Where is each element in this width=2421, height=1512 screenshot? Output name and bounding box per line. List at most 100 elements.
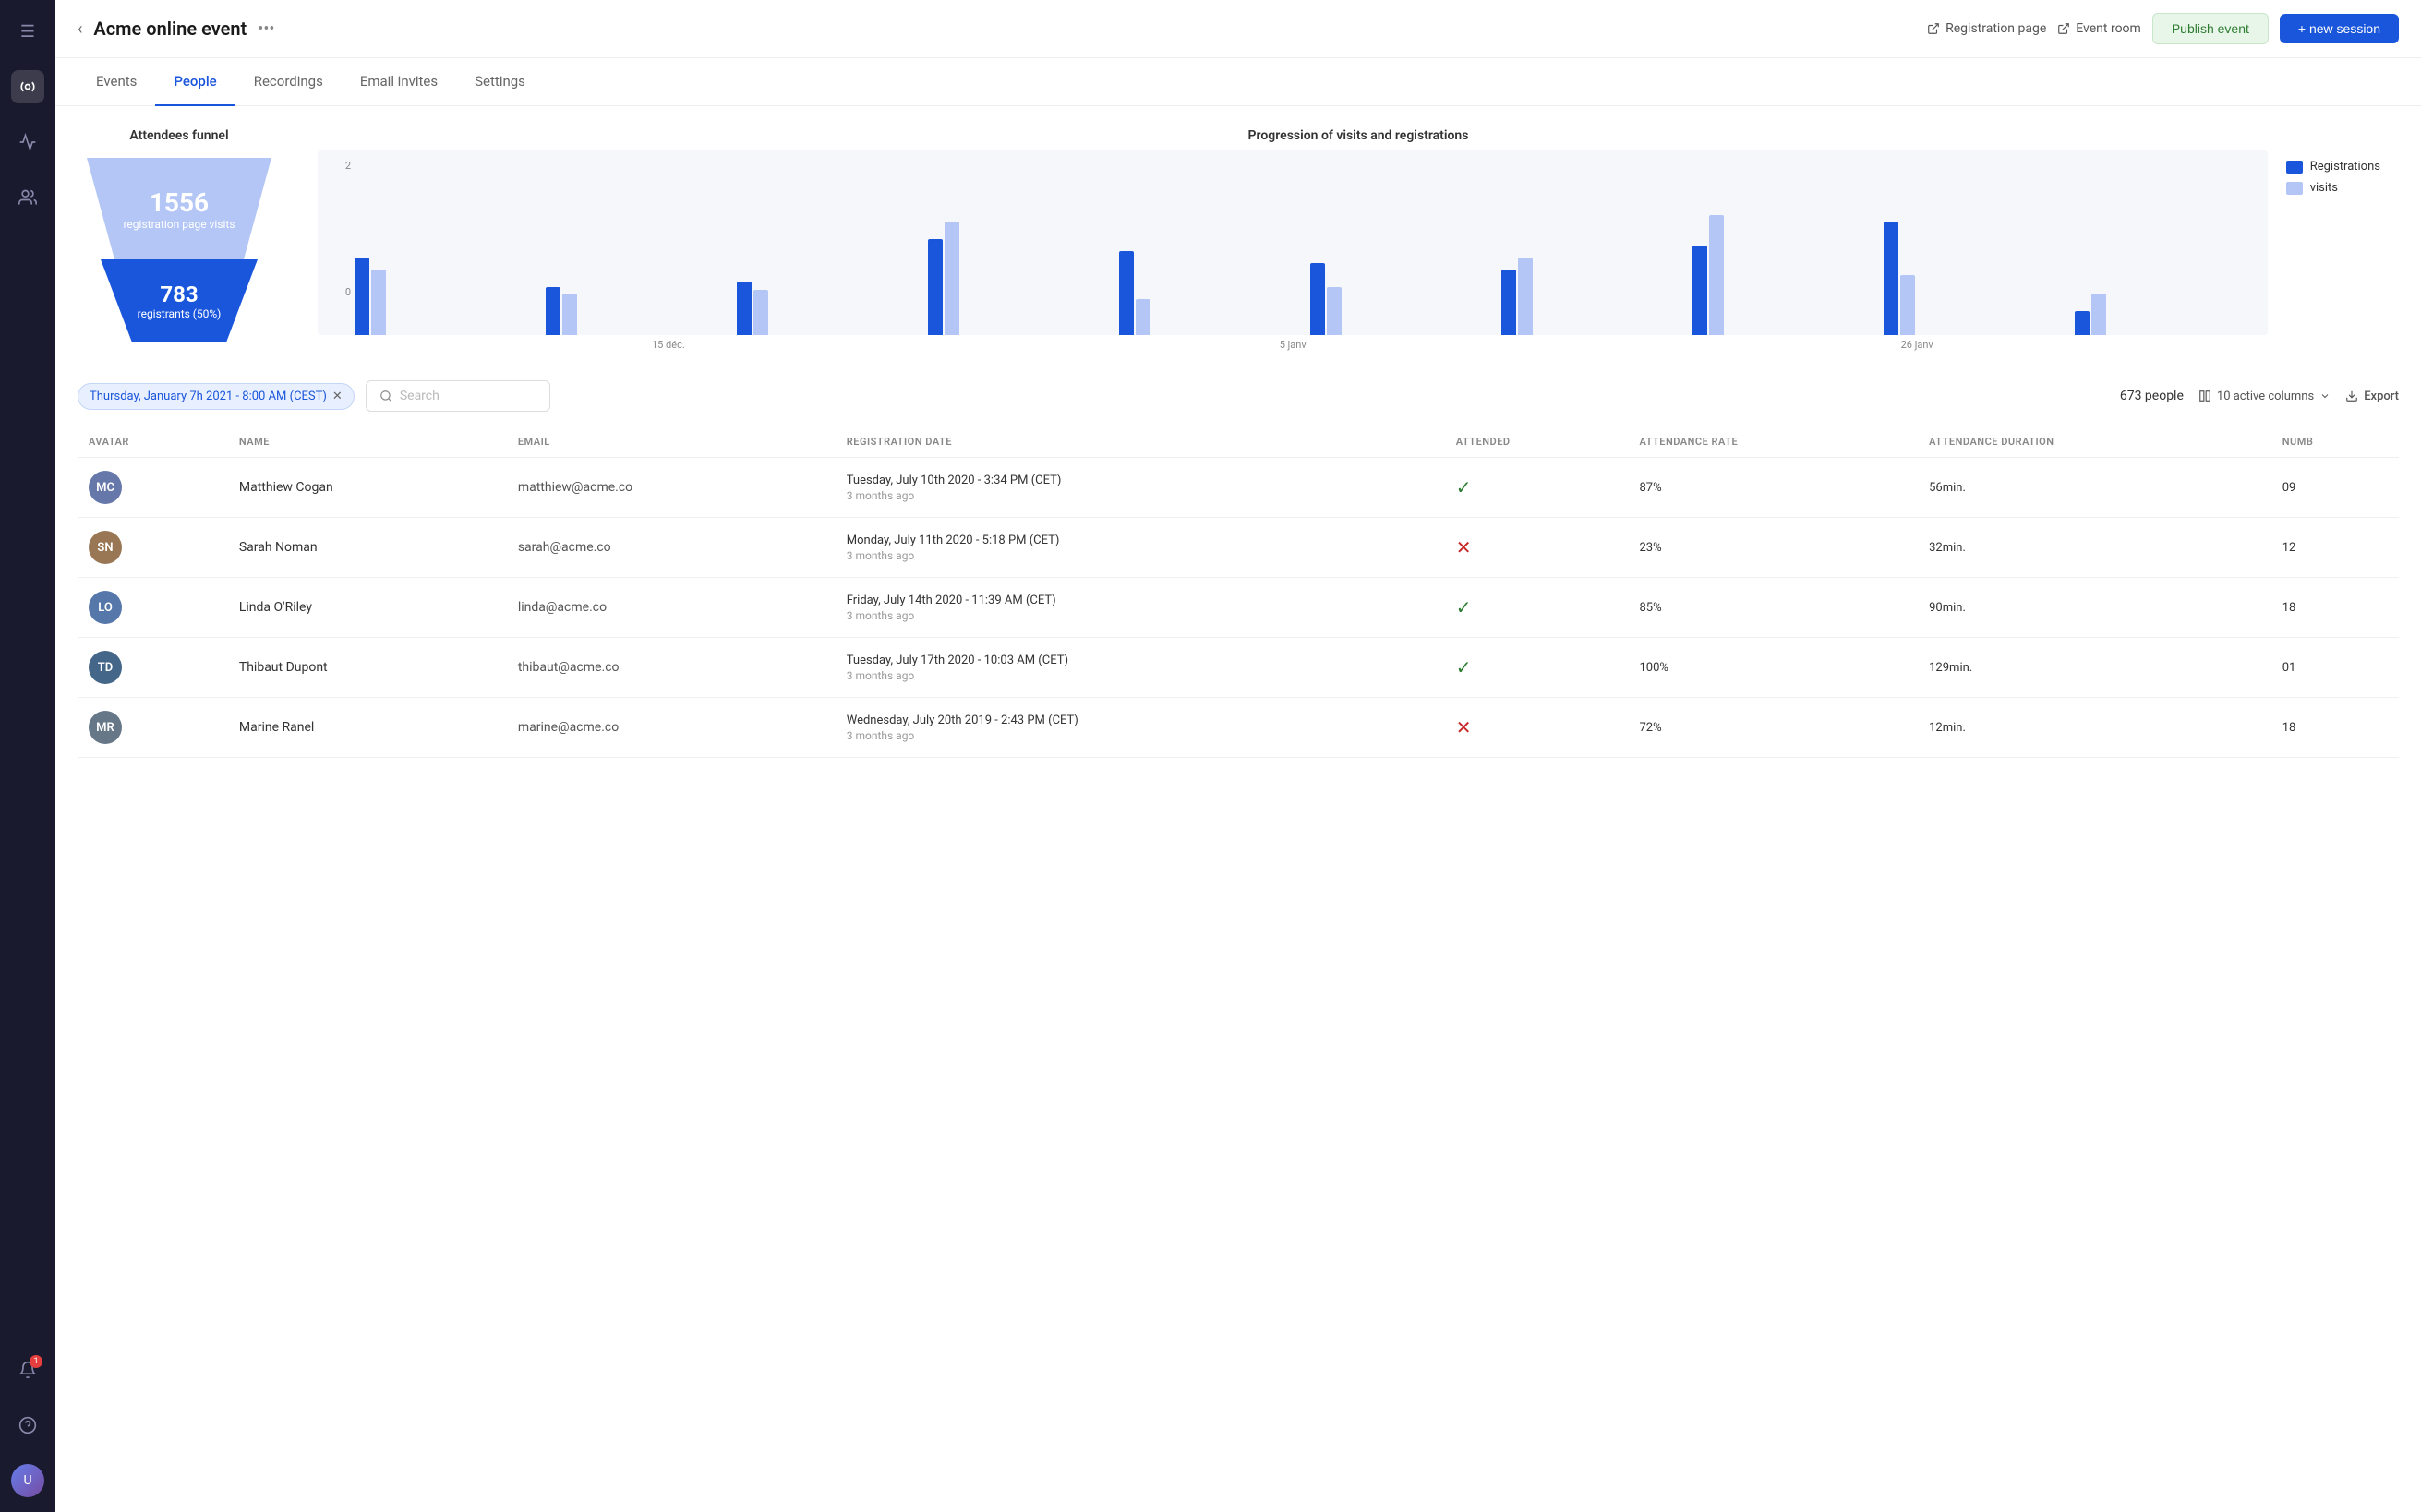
bar-visit-2[interactable] bbox=[753, 290, 768, 335]
table-row[interactable]: LO Linda O'Riley linda@acme.co Friday, J… bbox=[78, 578, 2399, 638]
tab-settings[interactable]: Settings bbox=[456, 58, 544, 106]
help-icon[interactable] bbox=[11, 1409, 44, 1442]
cell-email-3: thibaut@acme.co bbox=[507, 638, 836, 698]
user-avatar[interactable]: U bbox=[11, 1464, 44, 1497]
bar-registration-9[interactable] bbox=[2075, 311, 2090, 335]
bar-registration-2[interactable] bbox=[737, 282, 752, 336]
bar-registration-8[interactable] bbox=[1884, 222, 1898, 336]
col-attended: ATTENDED bbox=[1445, 426, 1629, 458]
more-menu-button[interactable]: ••• bbox=[258, 19, 274, 39]
bar-registration-1[interactable] bbox=[546, 287, 560, 335]
activity-icon[interactable] bbox=[11, 126, 44, 159]
bar-visit-9[interactable] bbox=[2091, 294, 2106, 336]
cell-duration-2: 90min. bbox=[1918, 578, 2271, 638]
col-reg-date: REGISTRATION DATE bbox=[836, 426, 1445, 458]
bar-visit-7[interactable] bbox=[1709, 215, 1724, 335]
cell-email-1: sarah@acme.co bbox=[507, 518, 836, 578]
notification-badge: 1 bbox=[30, 1355, 42, 1368]
cell-num-3: 01 bbox=[2271, 638, 2399, 698]
cell-attended-1: ✕ bbox=[1445, 518, 1629, 578]
bar-visit-3[interactable] bbox=[945, 222, 959, 336]
people-icon[interactable] bbox=[11, 181, 44, 214]
menu-icon[interactable]: ☰ bbox=[11, 15, 44, 48]
cell-rate-3: 100% bbox=[1628, 638, 1918, 698]
bar-registration-4[interactable] bbox=[1119, 251, 1134, 335]
table-row[interactable]: MR Marine Ranel marine@acme.co Wednesday… bbox=[78, 698, 2399, 758]
cell-name-1: Sarah Noman bbox=[228, 518, 507, 578]
cell-avatar-4: MR bbox=[78, 698, 228, 758]
table-row[interactable]: TD Thibaut Dupont thibaut@acme.co Tuesda… bbox=[78, 638, 2399, 698]
topbar: ‹ Acme online event ••• Registration pag… bbox=[55, 0, 2421, 58]
bar-group-5 bbox=[1310, 263, 1494, 335]
bar-group-3 bbox=[928, 222, 1112, 336]
external-link-icon bbox=[1927, 22, 1940, 35]
filter-remove-button[interactable]: ✕ bbox=[332, 390, 343, 403]
people-count: 673 people bbox=[2120, 389, 2184, 403]
cell-rate-1: 23% bbox=[1628, 518, 1918, 578]
progression-chart: Progression of visits and registrations … bbox=[318, 128, 2399, 351]
cell-rate-2: 85% bbox=[1628, 578, 1918, 638]
person-name-4: Marine Ranel bbox=[239, 720, 314, 735]
funnel-registrants: 783 registrants (50%) bbox=[101, 259, 258, 342]
export-button[interactable]: Export bbox=[2345, 390, 2399, 403]
funnel-visits-count: 1556 bbox=[150, 187, 209, 218]
back-button[interactable]: ‹ bbox=[78, 19, 82, 39]
columns-button[interactable]: 10 active columns bbox=[2198, 390, 2331, 403]
bar-registration-6[interactable] bbox=[1501, 270, 1516, 336]
person-name-2: Linda O'Riley bbox=[239, 600, 312, 615]
person-name-1: Sarah Noman bbox=[239, 540, 318, 555]
tab-recordings[interactable]: Recordings bbox=[235, 58, 342, 106]
bar-visit-1[interactable] bbox=[562, 294, 577, 336]
cell-attended-4: ✕ bbox=[1445, 698, 1629, 758]
table-row[interactable]: SN Sarah Noman sarah@acme.co Monday, Jul… bbox=[78, 518, 2399, 578]
notification-icon[interactable]: 1 bbox=[11, 1353, 44, 1386]
bar-registration-5[interactable] bbox=[1310, 263, 1325, 335]
bar-visit-5[interactable] bbox=[1327, 287, 1342, 335]
chart-title: Progression of visits and registrations bbox=[318, 128, 2399, 143]
chart-bars: 2 0 bbox=[318, 150, 2268, 335]
new-session-button[interactable]: + new session bbox=[2280, 14, 2399, 43]
funnel-registrants-count: 783 bbox=[160, 282, 198, 307]
bar-registration-0[interactable] bbox=[355, 258, 369, 336]
cell-duration-3: 129min. bbox=[1918, 638, 2271, 698]
attended-yes-0: ✓ bbox=[1456, 476, 1472, 498]
search-box[interactable]: Search bbox=[366, 380, 550, 412]
publish-event-button[interactable]: Publish event bbox=[2152, 13, 2269, 44]
bar-visit-4[interactable] bbox=[1136, 299, 1150, 335]
regdate-main-0: Tuesday, July 10th 2020 - 3:34 PM (CET) bbox=[847, 474, 1434, 487]
charts-section: Attendees funnel 1556 registration page … bbox=[78, 128, 2399, 351]
tab-email-invites[interactable]: Email invites bbox=[342, 58, 456, 106]
bar-group-4 bbox=[1119, 251, 1303, 335]
table-row[interactable]: MC Matthiew Cogan matthiew@acme.co Tuesd… bbox=[78, 458, 2399, 518]
attended-no-4: ✕ bbox=[1456, 716, 1472, 738]
avatar-0: MC bbox=[89, 471, 122, 504]
bar-registration-3[interactable] bbox=[928, 239, 943, 335]
cell-regdate-4: Wednesday, July 20th 2019 - 2:43 PM (CET… bbox=[836, 698, 1445, 758]
bar-visit-8[interactable] bbox=[1900, 275, 1915, 335]
cell-rate-4: 72% bbox=[1628, 698, 1918, 758]
cell-num-4: 18 bbox=[2271, 698, 2399, 758]
tab-events[interactable]: Events bbox=[78, 58, 155, 106]
cell-num-2: 18 bbox=[2271, 578, 2399, 638]
bar-registration-7[interactable] bbox=[1692, 246, 1707, 336]
export-label: Export bbox=[2364, 390, 2399, 403]
event-room-link[interactable]: Event room bbox=[2057, 21, 2141, 36]
regdate-main-4: Wednesday, July 20th 2019 - 2:43 PM (CET… bbox=[847, 714, 1434, 727]
regdate-sub-4: 3 months ago bbox=[847, 729, 1434, 742]
bar-visit-0[interactable] bbox=[371, 270, 386, 336]
external-link-icon2 bbox=[2057, 22, 2070, 35]
tab-people[interactable]: People bbox=[155, 58, 235, 106]
chevron-down-icon bbox=[2319, 390, 2331, 402]
toolbar-right: 673 people 10 active columns bbox=[2120, 389, 2399, 403]
registration-page-link[interactable]: Registration page bbox=[1927, 21, 2046, 36]
person-email-3: thibaut@acme.co bbox=[518, 660, 620, 675]
bar-visit-6[interactable] bbox=[1518, 258, 1533, 336]
cell-rate-0: 87% bbox=[1628, 458, 1918, 518]
date-filter-tag[interactable]: Thursday, January 7h 2021 - 8:00 AM (CES… bbox=[78, 383, 355, 410]
bar-group-0 bbox=[355, 258, 538, 336]
avatar-2: LO bbox=[89, 591, 122, 624]
cell-duration-1: 32min. bbox=[1918, 518, 2271, 578]
legend-color-registrations bbox=[2286, 161, 2303, 174]
broadcast-icon[interactable] bbox=[11, 70, 44, 103]
cell-email-2: linda@acme.co bbox=[507, 578, 836, 638]
